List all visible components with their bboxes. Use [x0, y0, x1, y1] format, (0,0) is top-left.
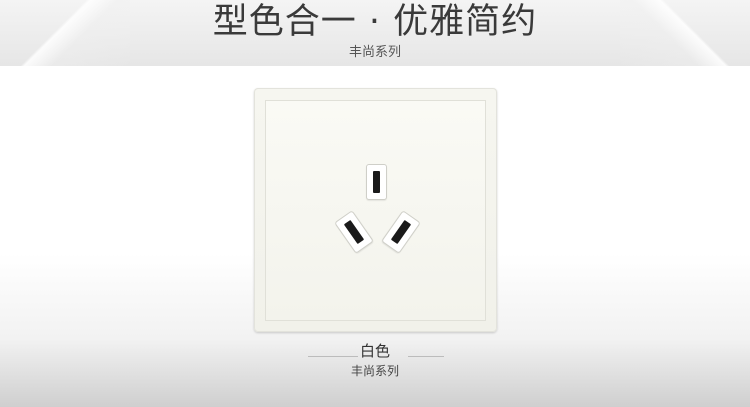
product-series-label: 丰尚系列 [350, 364, 399, 378]
header-banner: 型色合一 · 优雅简约 丰尚系列 [0, 0, 750, 66]
socket-plate-image [254, 88, 497, 332]
left-slot [343, 219, 365, 245]
right-slot-frame [381, 210, 421, 254]
page-subtitle: 丰尚系列 [348, 45, 401, 60]
page-title: 型色合一 · 优雅简约 [212, 2, 538, 42]
right-slot [390, 219, 412, 245]
socket-plate-face [265, 100, 486, 321]
product-color-label: 白色 [359, 342, 390, 360]
earth-slot [373, 171, 380, 193]
left-slot-frame [334, 210, 374, 254]
earth-slot-frame [366, 164, 387, 200]
